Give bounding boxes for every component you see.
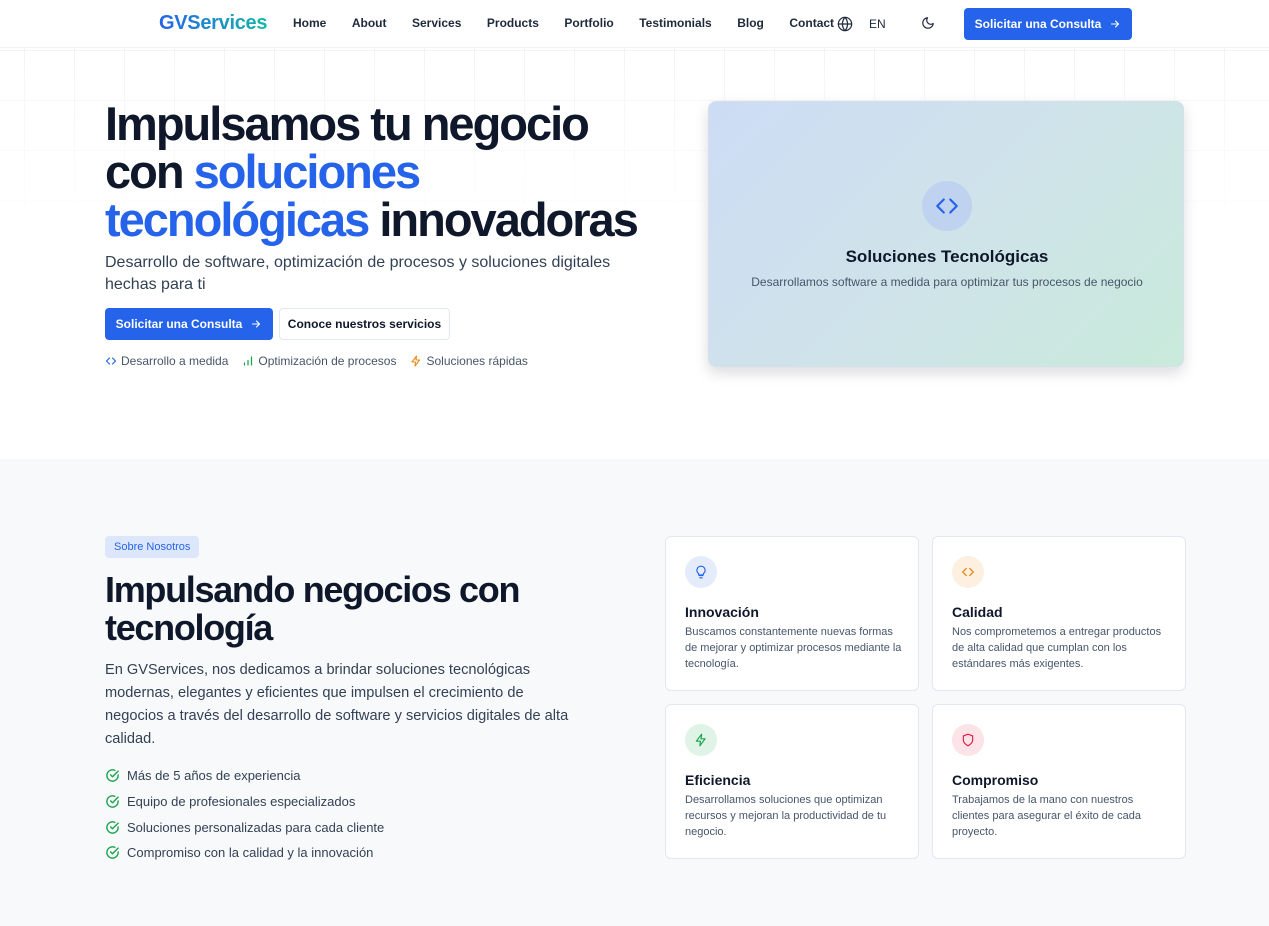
hero-title-highlight-2: tecnológicas	[105, 193, 370, 246]
hero-consult-label: Solicitar una Consulta	[115, 317, 243, 331]
language-selector[interactable]: EN	[869, 17, 886, 31]
code-icon	[962, 567, 974, 577]
arrow-right-icon	[252, 320, 261, 328]
logo[interactable]: GVServices	[159, 12, 268, 35]
value-icon-circle	[952, 556, 984, 588]
feature-label: Soluciones rápidas	[426, 354, 528, 368]
moon-icon[interactable]	[921, 16, 935, 30]
hero-title-highlight-1: soluciones	[193, 145, 422, 198]
value-icon-circle	[685, 556, 717, 588]
value-icon-circle	[952, 724, 984, 756]
hero-features: Desarrollo a medida Optimización de proc…	[105, 354, 528, 368]
value-card-quality: Calidad Nos comprometemos a entregar pro…	[932, 536, 1186, 691]
feature-label: Desarrollo a medida	[121, 354, 229, 368]
lightning-icon	[695, 733, 706, 747]
check-circle-icon	[106, 769, 119, 783]
feature-process-optimization: Optimización de procesos	[242, 354, 396, 368]
nav-link-products[interactable]: Products	[487, 16, 539, 30]
nav-consult-button[interactable]: Solicitar una Consulta	[964, 8, 1132, 40]
checklist-item: Más de 5 años de experiencia	[105, 763, 384, 789]
nav-consult-label: Solicitar una Consulta	[974, 17, 1102, 31]
nav-link-blog[interactable]: Blog	[737, 16, 764, 30]
feature-label: Optimización de procesos	[258, 354, 397, 368]
nav-link-services[interactable]: Services	[412, 16, 461, 30]
value-title: Compromiso	[952, 772, 1039, 788]
value-card-innovation: Innovación Buscamos constantemente nueva…	[665, 536, 919, 691]
checklist-item: Soluciones personalizadas para cada clie…	[105, 814, 384, 840]
hero-title-part-1: Impulsamos tu negocio	[105, 97, 590, 150]
value-title: Calidad	[952, 604, 1003, 620]
lightbulb-icon	[696, 565, 706, 579]
navbar: GVServices Home About Services Products …	[0, 0, 1269, 48]
checklist-item: Compromiso con la calidad y la innovació…	[105, 840, 384, 866]
checklist-label: Equipo de profesionales especializados	[127, 794, 356, 810]
nav-link-contact[interactable]: Contact	[789, 16, 834, 30]
arrow-right-icon	[1111, 20, 1120, 28]
value-icon-circle	[685, 724, 717, 756]
value-description: Trabajamos de la mano con nuestros clien…	[952, 794, 1141, 838]
checklist-label: Soluciones personalizadas para cada clie…	[127, 819, 385, 835]
checklist-label: Más de 5 años de experiencia	[127, 768, 301, 784]
check-circle-icon	[106, 820, 119, 834]
about-description: En GVServices, nos dedicamos a brindar s…	[105, 662, 569, 747]
hero-card-title: Soluciones Tecnológicas	[845, 247, 1049, 266]
shield-icon	[962, 733, 974, 747]
checklist-label: Compromiso con la calidad y la innovació…	[127, 845, 374, 861]
check-circle-icon	[106, 795, 119, 808]
hero-consult-button[interactable]: Solicitar una Consulta	[105, 308, 273, 340]
hero-card-icon-circle	[922, 181, 972, 231]
check-circle-icon	[106, 846, 119, 860]
hero-card: Soluciones Tecnológicas Desarrollamos so…	[708, 101, 1184, 367]
nav-link-home[interactable]: Home	[293, 16, 326, 30]
hero-card-description: Desarrollamos software a medida para opt…	[751, 275, 1143, 289]
value-card-commitment: Compromiso Trabajamos de la mano con nue…	[932, 704, 1186, 859]
about-checklist: Más de 5 años de experiencia Equipo de p…	[105, 763, 384, 866]
lightning-icon	[411, 355, 421, 367]
services-button[interactable]: Conoce nuestros servicios	[279, 308, 450, 340]
value-title: Innovación	[685, 604, 759, 620]
feature-fast-solutions: Soluciones rápidas	[410, 354, 528, 368]
value-card-efficiency: Eficiencia Desarrollamos soluciones que …	[665, 704, 919, 859]
bar-chart-icon	[244, 356, 253, 366]
code-icon	[105, 357, 117, 365]
nav-link-about[interactable]: About	[352, 16, 387, 30]
globe-icon[interactable]	[837, 16, 853, 32]
nav-link-portfolio[interactable]: Portfolio	[564, 16, 613, 30]
about-section: Sobre Nosotros Impulsando negocios con t…	[0, 459, 1269, 926]
value-title: Eficiencia	[685, 772, 751, 788]
value-description: Nos comprometemos a entregar productos d…	[952, 626, 1162, 670]
feature-custom-dev: Desarrollo a medida	[105, 354, 228, 368]
hero-title-part-2: con	[105, 145, 185, 198]
about-title: Impulsando negocios con tecnología	[105, 569, 520, 648]
value-description: Buscamos constantemente nuevas formas de…	[685, 626, 902, 670]
value-description: Desarrollamos soluciones que optimizan r…	[685, 794, 887, 838]
code-icon	[936, 198, 958, 214]
hero-title: Impulsamos tu negocio con soluciones tec…	[105, 100, 685, 244]
section-badge: Sobre Nosotros	[105, 536, 200, 558]
nav-link-testimonials[interactable]: Testimonials	[639, 16, 711, 30]
hero-title-part-3: innovadoras	[379, 193, 638, 246]
hero-subtitle: Desarrollo de software, optimización de …	[105, 254, 611, 293]
checklist-item: Equipo de profesionales especializados	[105, 789, 384, 815]
nav-links: Home About Services Products Portfolio T…	[293, 16, 860, 30]
